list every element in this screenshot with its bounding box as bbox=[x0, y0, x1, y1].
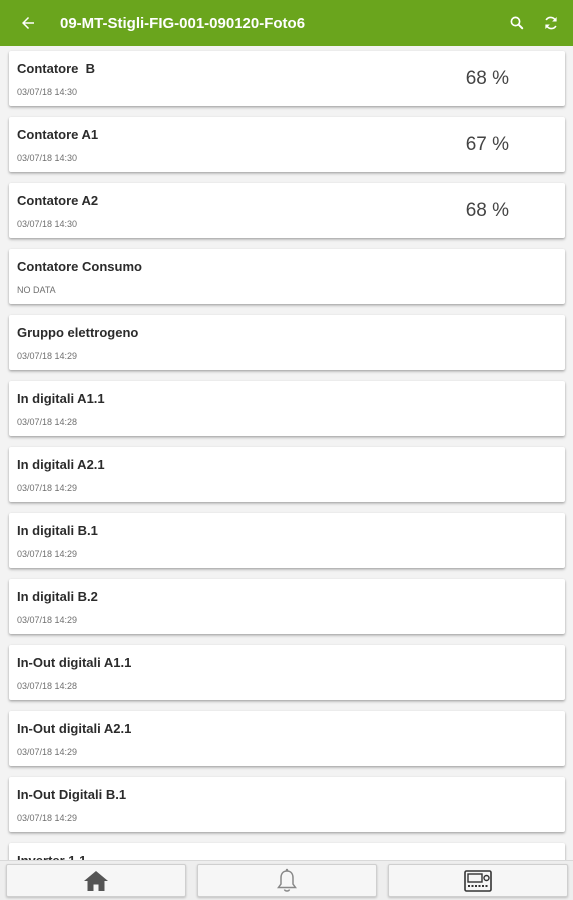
item-name: Contatore Consumo bbox=[17, 259, 142, 274]
list-item[interactable]: Gruppo elettrogeno 03/07/18 14:29 bbox=[9, 315, 565, 370]
item-name: In digitali A1.1 bbox=[17, 391, 105, 406]
list-item[interactable]: In digitali A2.1 03/07/18 14:29 bbox=[9, 447, 565, 502]
sensor-list[interactable]: Contatore B 03/07/18 14:30 68 % Contator… bbox=[0, 46, 573, 866]
refresh-icon bbox=[545, 16, 557, 30]
device-icon bbox=[464, 869, 492, 892]
item-timestamp: 03/07/18 14:29 bbox=[17, 747, 78, 757]
back-button[interactable] bbox=[16, 11, 40, 35]
item-timestamp: 03/07/18 14:30 bbox=[17, 219, 78, 229]
item-name: In-Out digitali A2.1 bbox=[17, 721, 132, 736]
search-icon bbox=[510, 16, 524, 30]
home-icon bbox=[84, 870, 108, 891]
list-item[interactable]: In digitali A1.1 03/07/18 14:28 bbox=[9, 381, 565, 436]
item-timestamp: 03/07/18 14:29 bbox=[17, 483, 78, 493]
list-item[interactable]: Contatore A2 03/07/18 14:30 68 % bbox=[9, 183, 565, 238]
device-button[interactable] bbox=[388, 864, 568, 897]
refresh-button[interactable] bbox=[539, 11, 563, 35]
list-item[interactable]: In-Out digitali A1.1 03/07/18 14:28 bbox=[9, 645, 565, 700]
list-item[interactable]: In-Out digitali A2.1 03/07/18 14:29 bbox=[9, 711, 565, 766]
arrow-left-icon bbox=[22, 17, 34, 29]
item-name: In-Out digitali A1.1 bbox=[17, 655, 132, 670]
item-value: 67 % bbox=[465, 134, 509, 155]
search-button[interactable] bbox=[505, 11, 529, 35]
item-timestamp: 03/07/18 14:29 bbox=[17, 549, 78, 559]
item-timestamp: 03/07/18 14:29 bbox=[17, 813, 78, 823]
notifications-button[interactable] bbox=[197, 864, 377, 897]
item-name: In digitali B.2 bbox=[17, 589, 98, 604]
app-bar-actions bbox=[505, 11, 573, 35]
list-item[interactable]: In digitali B.1 03/07/18 14:29 bbox=[9, 513, 565, 568]
item-name: Gruppo elettrogeno bbox=[17, 325, 139, 340]
list-item[interactable]: In digitali B.2 03/07/18 14:29 bbox=[9, 579, 565, 634]
bottom-navigation bbox=[0, 860, 573, 900]
item-timestamp: 03/07/18 14:29 bbox=[17, 615, 78, 625]
page-title: 09-MT-Stigli-FIG-001-090120-Foto6 bbox=[60, 14, 306, 32]
item-value: 68 % bbox=[465, 68, 509, 89]
item-timestamp: NO DATA bbox=[17, 285, 56, 295]
item-timestamp: 03/07/18 14:30 bbox=[17, 153, 78, 163]
item-name: Contatore A2 bbox=[17, 193, 99, 208]
item-name: Contatore A1 bbox=[17, 127, 99, 142]
item-timestamp: 03/07/18 14:30 bbox=[17, 87, 78, 97]
list-item[interactable]: Contatore B 03/07/18 14:30 68 % bbox=[9, 51, 565, 106]
list-item[interactable]: Contatore Consumo NO DATA bbox=[9, 249, 565, 304]
app-bar: 09-MT-Stigli-FIG-001-090120-Foto6 bbox=[0, 0, 573, 46]
item-name: In digitali A2.1 bbox=[17, 457, 105, 472]
item-name: In-Out Digitali B.1 bbox=[17, 787, 127, 802]
item-timestamp: 03/07/18 14:28 bbox=[17, 681, 78, 691]
list-item[interactable]: In-Out Digitali B.1 03/07/18 14:29 bbox=[9, 777, 565, 832]
item-timestamp: 03/07/18 14:29 bbox=[17, 351, 78, 361]
item-name: In digitali B.1 bbox=[17, 523, 98, 538]
item-timestamp: 03/07/18 14:28 bbox=[17, 417, 78, 427]
bell-icon bbox=[277, 868, 297, 892]
home-button[interactable] bbox=[6, 864, 186, 897]
list-item[interactable]: Contatore A1 03/07/18 14:30 67 % bbox=[9, 117, 565, 172]
item-name: Contatore B bbox=[17, 61, 95, 76]
item-value: 68 % bbox=[465, 200, 509, 221]
